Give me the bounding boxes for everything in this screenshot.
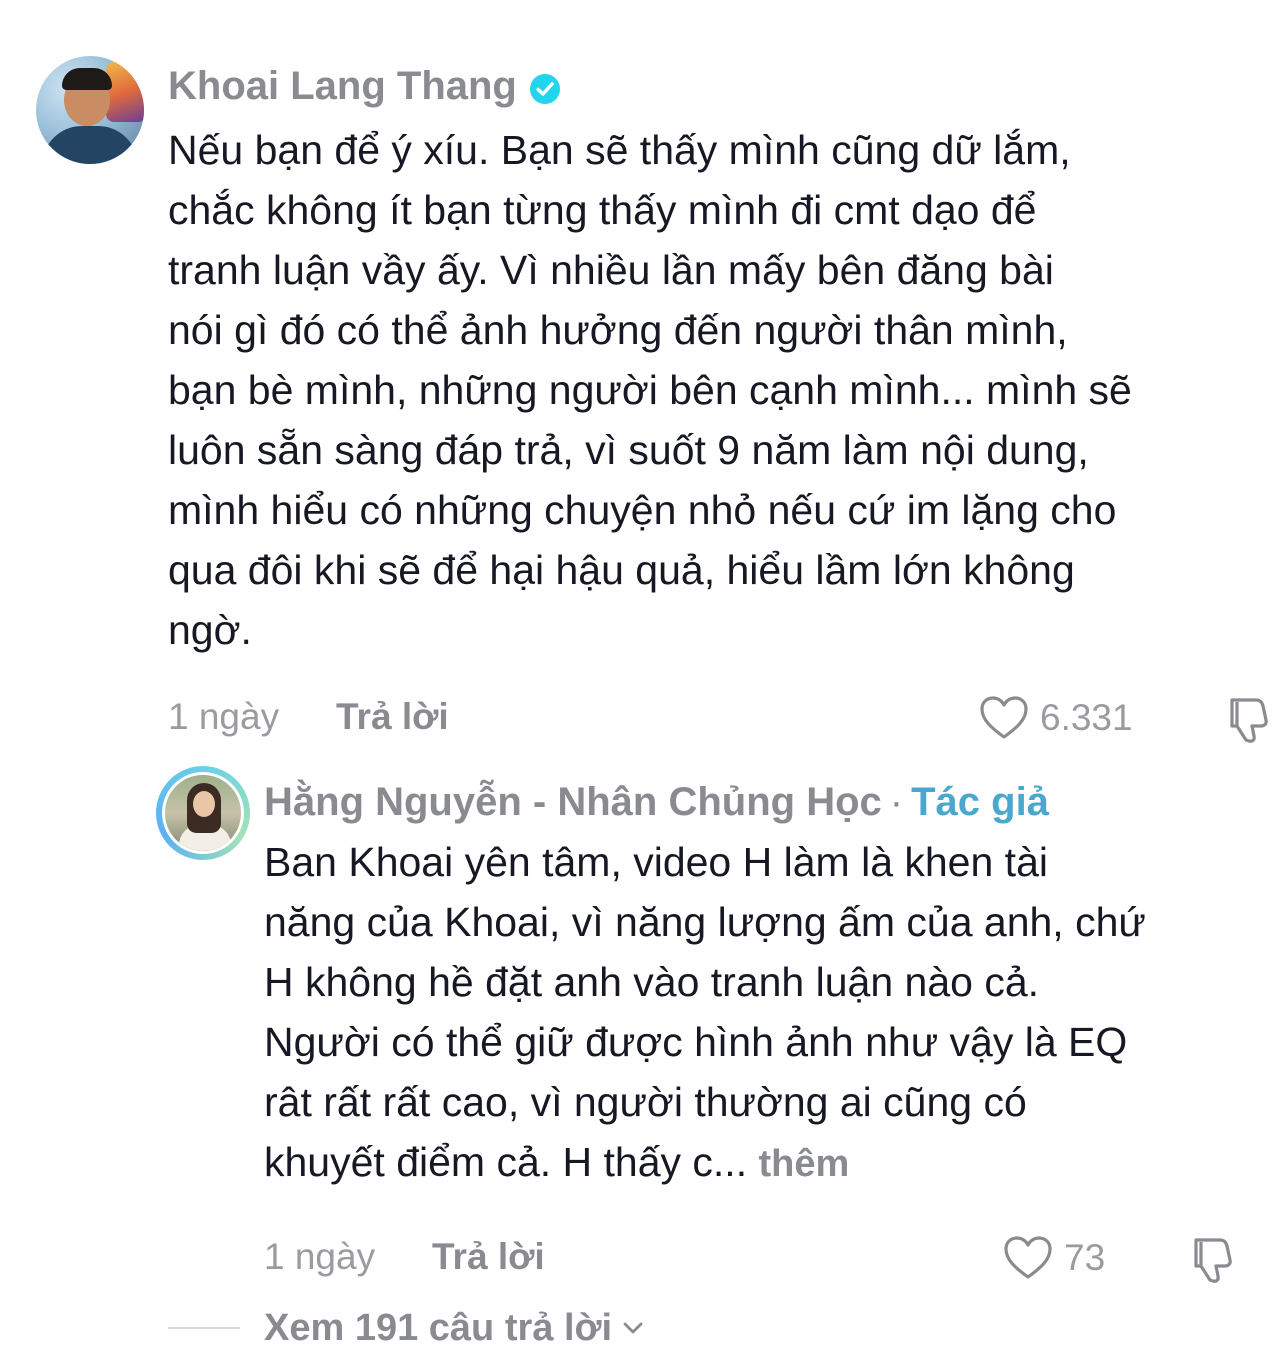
heart-outline-icon (1004, 1236, 1052, 1279)
author-tag: Tác giả (911, 779, 1049, 824)
heart-outline-icon (980, 696, 1028, 739)
thumbs-down-icon (1194, 1238, 1232, 1283)
reply-button[interactable]: Trả lời (336, 696, 449, 738)
divider-line (168, 1327, 240, 1329)
comment-body: Hằng Nguyễn - Nhân Chủng Học · Tác giả B… (264, 774, 1264, 1288)
comment-header: Hằng Nguyễn - Nhân Chủng Học · Tác giả (264, 774, 1264, 830)
separator: · (889, 779, 904, 824)
see-more-link[interactable]: thêm (759, 1143, 850, 1185)
comment-actions: 1 ngày Trả lời 6.331 (168, 688, 1268, 748)
like-count: 73 (1064, 1237, 1106, 1278)
comment-body: Khoai Lang Thang Nếu bạn để ý xíu. Bạn s… (168, 56, 1268, 748)
verified-badge-icon (529, 70, 561, 104)
comment-timestamp: 1 ngày (168, 696, 280, 737)
like-button[interactable]: 73 (1002, 1228, 1105, 1288)
author-name[interactable]: Khoai Lang Thang (168, 64, 517, 109)
dislike-button[interactable] (1222, 694, 1274, 746)
comment-text: Ban Khoai yên tâm, video H làm là khen t… (264, 832, 1264, 1194)
view-replies-button[interactable]: Xem 191 câu trả lời (168, 1300, 646, 1356)
dislike-button[interactable] (1186, 1234, 1238, 1286)
avatar-face (193, 791, 215, 817)
comment-text-content: Ban Khoai yên tâm, video H làm là khen t… (264, 839, 1146, 1185)
avatar[interactable] (36, 56, 144, 164)
thumbs-down-icon (1230, 698, 1268, 743)
avatar[interactable] (162, 772, 244, 854)
comment-text: Nếu bạn để ý xíu. Bạn sẽ thấy mình cũng … (168, 127, 1132, 653)
like-count: 6.331 (1040, 697, 1133, 738)
like-button[interactable]: 6.331 (978, 688, 1133, 748)
chevron-down-icon (623, 1322, 643, 1334)
comment-header: Khoai Lang Thang (168, 56, 1264, 116)
comment-actions: 1 ngày Trả lời 73 (264, 1228, 1264, 1288)
avatar-hair (62, 68, 112, 90)
author-name[interactable]: Hằng Nguyễn - Nhân Chủng Học (264, 780, 882, 825)
reply-button[interactable]: Trả lời (432, 1236, 545, 1278)
comment-timestamp: 1 ngày (264, 1236, 376, 1277)
avatar-shirt (42, 126, 138, 164)
view-replies-label: Xem 191 câu trả lời (264, 1306, 613, 1349)
avatar-background (106, 62, 144, 122)
